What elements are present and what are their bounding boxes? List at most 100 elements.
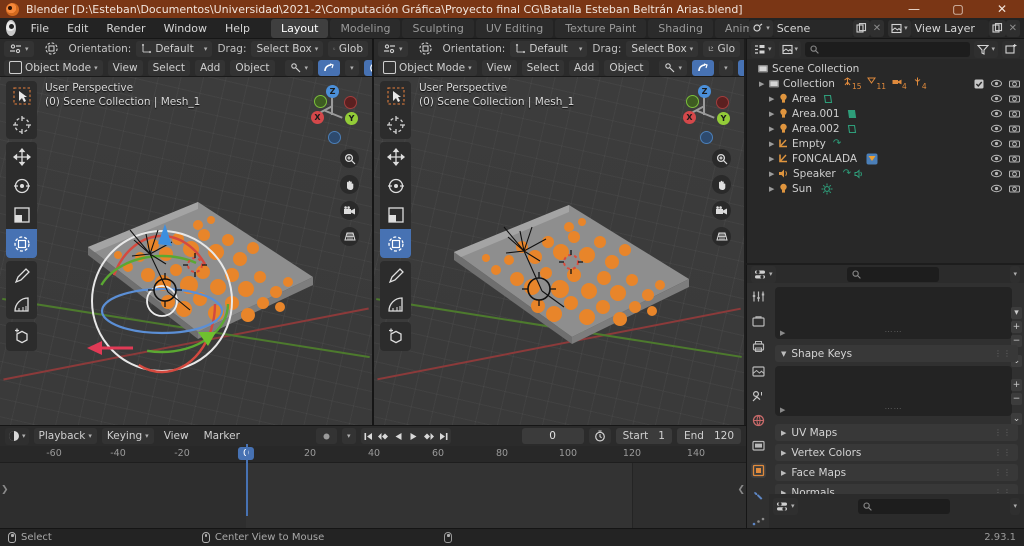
camera-render-icon[interactable] bbox=[1009, 169, 1020, 178]
jump-to-end-button[interactable] bbox=[436, 428, 451, 444]
new-view-layer-icon[interactable] bbox=[988, 19, 1006, 37]
orientation-dropdown[interactable]: Default ▾ bbox=[510, 40, 588, 57]
light-data-icon[interactable] bbox=[823, 94, 833, 104]
eye-icon[interactable] bbox=[991, 124, 1002, 133]
menu-add[interactable]: Add bbox=[195, 59, 226, 76]
pan-hand-icon[interactable] bbox=[712, 175, 731, 194]
menu-edit[interactable]: Edit bbox=[58, 19, 97, 38]
eye-icon[interactable] bbox=[991, 79, 1002, 88]
current-frame-field[interactable]: 0 bbox=[521, 428, 584, 444]
expand-triangle-icon[interactable]: ▶ bbox=[759, 80, 768, 88]
resize-grip-icon[interactable]: ⋯⋯ bbox=[885, 404, 903, 413]
end-frame-field[interactable]: End 120 bbox=[676, 428, 741, 444]
render-icon[interactable] bbox=[751, 314, 766, 329]
material-slot-list[interactable]: ▶ ⋯⋯ bbox=[775, 287, 1012, 339]
tab-sculpting[interactable]: Sculpting bbox=[402, 18, 474, 38]
expand-triangle-icon[interactable]: ▶ bbox=[769, 95, 778, 103]
add-cube-tool-icon[interactable] bbox=[380, 322, 411, 351]
scale-tool-icon[interactable] bbox=[380, 200, 411, 229]
expand-triangle-icon[interactable]: ▶ bbox=[769, 125, 778, 133]
transform-space-dropdown[interactable]: Glob bbox=[328, 40, 368, 57]
panel-normals[interactable]: ▶ Normals ⋮⋮ bbox=[775, 484, 1018, 494]
right-scroll-arrow-icon[interactable]: ❮ bbox=[737, 485, 745, 495]
gizmo-axis-neg-z[interactable] bbox=[328, 131, 341, 144]
tab-texture-paint[interactable]: Texture Paint bbox=[555, 18, 647, 38]
light-data-icon[interactable] bbox=[847, 109, 857, 119]
menu-playback[interactable]: Playback ▾ bbox=[33, 428, 97, 444]
scene-icon[interactable] bbox=[751, 389, 766, 404]
camera-render-icon[interactable] bbox=[1009, 94, 1020, 103]
annotate-tool-icon[interactable] bbox=[380, 261, 411, 290]
sun-data-icon[interactable] bbox=[821, 183, 833, 195]
menu-object[interactable]: Object bbox=[604, 59, 649, 76]
transform-pivot-icon[interactable] bbox=[413, 41, 438, 57]
menu-help[interactable]: Help bbox=[216, 19, 259, 38]
menu-marker[interactable]: Marker bbox=[199, 428, 245, 444]
play-reverse-button[interactable] bbox=[391, 428, 406, 444]
perspective-grid-icon[interactable] bbox=[340, 227, 359, 246]
camera-icon[interactable] bbox=[340, 201, 359, 220]
panel-uv-maps[interactable]: ▶ UV Maps ⋮⋮ bbox=[775, 424, 1018, 441]
transform-space-dropdown[interactable]: Glo bbox=[703, 40, 740, 57]
tool-icon[interactable] bbox=[751, 289, 766, 304]
outliner-row-area[interactable]: ▶ Area bbox=[747, 91, 1024, 106]
checkbox-enable[interactable] bbox=[974, 79, 984, 89]
move-tool-icon[interactable] bbox=[380, 142, 411, 171]
output-icon[interactable] bbox=[751, 339, 766, 354]
object-mode-dropdown[interactable]: Object Mode ▾ bbox=[378, 59, 477, 76]
outliner-editor-type-icon[interactable]: ▾ bbox=[751, 40, 775, 58]
tweak-tool-icon[interactable] bbox=[6, 81, 37, 110]
gizmo-axis-neg-x[interactable] bbox=[314, 95, 327, 108]
camera-render-icon[interactable] bbox=[1009, 124, 1020, 133]
animation-icon[interactable]: ↷ bbox=[833, 138, 841, 149]
tool-settings-icon[interactable]: ▾ bbox=[378, 40, 408, 57]
navigation-gizmo[interactable]: Z X Y bbox=[301, 83, 363, 145]
menu-add[interactable]: Add bbox=[569, 59, 600, 76]
zoom-icon[interactable] bbox=[712, 149, 731, 168]
outliner-row-scene-collection[interactable]: Scene Collection bbox=[747, 61, 1024, 76]
sound-icon[interactable] bbox=[854, 168, 865, 179]
gizmo-axis-neg-y[interactable] bbox=[344, 96, 357, 109]
scene-name-field[interactable]: Scene bbox=[772, 19, 853, 37]
camera-render-icon[interactable] bbox=[1009, 184, 1020, 193]
menu-object[interactable]: Object bbox=[230, 59, 275, 76]
expand-triangle-icon[interactable]: ▶ bbox=[780, 406, 785, 414]
drag-dropdown[interactable]: Select Box ▾ bbox=[626, 40, 699, 57]
timeline-body[interactable]: ❯ ❮ bbox=[0, 463, 746, 528]
transform-tool-icon[interactable] bbox=[6, 229, 37, 258]
expand-triangle-icon[interactable]: ▶ bbox=[769, 170, 778, 178]
remove-view-layer-icon[interactable]: ✕ bbox=[1005, 19, 1020, 37]
unlink-scene-icon[interactable]: ✕ bbox=[869, 19, 885, 37]
particles-icon[interactable] bbox=[751, 513, 766, 528]
zoom-icon[interactable] bbox=[340, 149, 359, 168]
drag-dots-icon[interactable]: ⋮⋮ bbox=[994, 468, 1012, 477]
eye-icon[interactable] bbox=[991, 139, 1002, 148]
properties-search-input-2[interactable] bbox=[858, 498, 950, 514]
menu-select[interactable]: Select bbox=[521, 59, 564, 76]
object-mode-dropdown[interactable]: Object Mode ▾ bbox=[4, 59, 103, 76]
expand-triangle-icon[interactable]: ▶ bbox=[769, 185, 778, 193]
menu-select[interactable]: Select bbox=[147, 59, 190, 76]
filter-icon[interactable]: ▾ bbox=[974, 40, 998, 58]
menu-file[interactable]: File bbox=[22, 19, 58, 38]
eye-icon[interactable] bbox=[991, 154, 1002, 163]
tab-modeling[interactable]: Modeling bbox=[330, 18, 401, 38]
timeline-ruler[interactable]: -60 -40 -20 0 20 40 60 80 100 120 140 bbox=[0, 446, 746, 463]
menu-window[interactable]: Window bbox=[155, 19, 216, 38]
panel-vertex-colors[interactable]: ▶ Vertex Colors ⋮⋮ bbox=[775, 444, 1018, 461]
outliner-row-foncalada[interactable]: ▶ FONCALADA bbox=[747, 151, 1024, 166]
gizmo-axis-neg-x[interactable] bbox=[686, 95, 699, 108]
outliner-search-input[interactable] bbox=[805, 41, 971, 57]
outliner-row-area-001[interactable]: ▶ Area.001 bbox=[747, 106, 1024, 121]
auto-keying-options-chevron[interactable]: ▾ bbox=[342, 428, 356, 444]
camera-render-icon[interactable] bbox=[1009, 109, 1020, 118]
properties-search-input[interactable] bbox=[847, 266, 939, 282]
tweak-tool-icon[interactable] bbox=[380, 81, 411, 110]
camera-render-icon[interactable] bbox=[1009, 139, 1020, 148]
tab-layout[interactable]: Layout bbox=[271, 18, 329, 38]
tab-uv-editing[interactable]: UV Editing bbox=[475, 18, 554, 38]
drag-dots-icon[interactable]: ⋮⋮ bbox=[994, 428, 1012, 437]
outliner-row-sun[interactable]: ▶ Sun bbox=[747, 181, 1024, 196]
rotate-tool-icon[interactable] bbox=[380, 171, 411, 200]
camera-render-icon[interactable] bbox=[1009, 154, 1020, 163]
